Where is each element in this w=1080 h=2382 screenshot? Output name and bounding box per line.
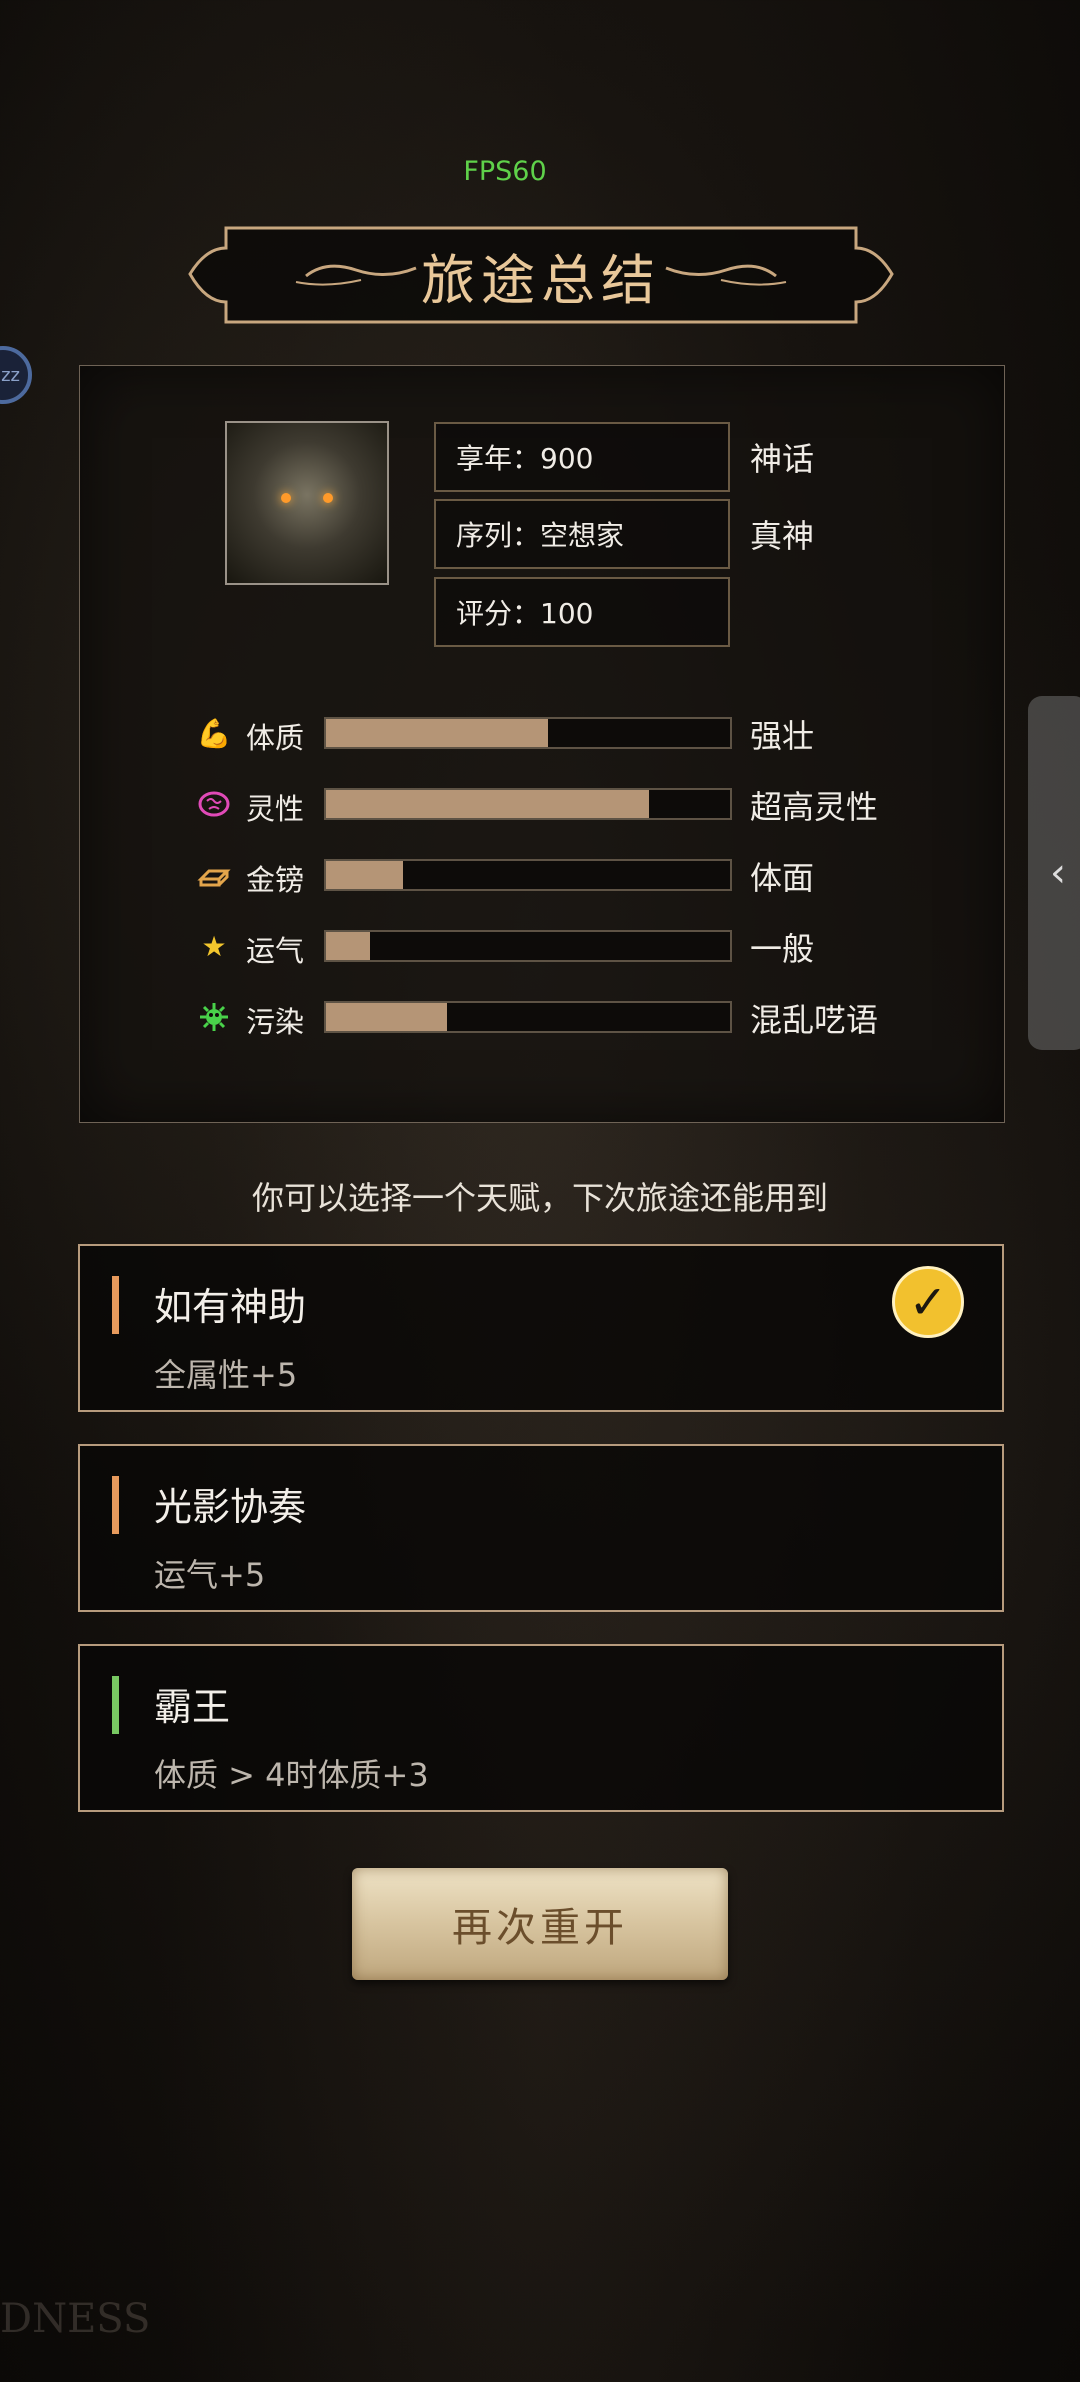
talent-accent-bar xyxy=(112,1676,119,1734)
brain-icon xyxy=(196,786,232,822)
germ-icon xyxy=(196,999,232,1035)
stat-label: 金镑 xyxy=(246,863,305,897)
page-title: 旅途总结 xyxy=(421,248,661,312)
stat-fill xyxy=(326,932,371,960)
bubble-label: zz xyxy=(1,364,20,386)
stat-desc: 一般 xyxy=(750,930,815,968)
background-watermark: DNESS xyxy=(0,2296,151,2342)
talent-card[interactable]: 霸王 体质 > 4时体质+3 xyxy=(78,1644,1004,1812)
stat-row-pollution: 污染 混乱呓语 xyxy=(196,997,916,1039)
talent-accent-bar xyxy=(112,1476,119,1534)
stat-row-money: 金镑 体面 xyxy=(196,855,916,897)
stat-bar xyxy=(324,788,732,820)
fps-counter: FPS60 xyxy=(463,156,547,187)
talent-card[interactable]: 如有神助 全属性+5 ✓ xyxy=(78,1244,1004,1412)
stat-fill xyxy=(326,861,403,889)
stat-desc: 超高灵性 xyxy=(750,788,879,826)
talent-desc: 全属性+5 xyxy=(154,1356,298,1394)
talent-name: 光影协奏 xyxy=(154,1485,307,1529)
stat-label: 污染 xyxy=(246,1005,305,1039)
talent-card[interactable]: 光影协奏 运气+5 xyxy=(78,1444,1004,1612)
talent-desc: 体质 > 4时体质+3 xyxy=(154,1756,429,1794)
talent-name: 霸王 xyxy=(154,1685,231,1729)
sequence-box: 序列：空想家 xyxy=(434,499,730,569)
chevron-left-icon: ‹ xyxy=(1050,850,1066,896)
talent-accent-bar xyxy=(112,1276,119,1334)
stat-fill xyxy=(326,790,650,818)
stat-desc: 强壮 xyxy=(750,717,815,755)
sequence-tag: 真神 xyxy=(750,517,815,555)
stat-row-luck: ★ 运气 一般 xyxy=(196,926,916,969)
stat-label: 运气 xyxy=(246,934,305,968)
stat-label: 体质 xyxy=(246,721,305,755)
restart-button[interactable]: 再次重开 xyxy=(352,1868,728,1980)
stat-row-constitution: 💪 体质 强壮 xyxy=(196,713,916,756)
gold-bars-icon xyxy=(196,857,232,893)
stat-bar xyxy=(324,717,732,749)
stat-label: 灵性 xyxy=(246,792,305,826)
stat-desc: 混乱呓语 xyxy=(750,1001,879,1039)
talent-name: 如有神助 xyxy=(154,1285,307,1329)
star-icon: ★ xyxy=(201,929,227,963)
stat-fill xyxy=(326,1003,448,1031)
score-box: 评分：100 xyxy=(434,577,730,647)
stat-fill xyxy=(326,719,549,747)
talent-desc: 运气+5 xyxy=(154,1556,266,1594)
portrait-eye xyxy=(323,493,333,503)
age-box: 享年：900 xyxy=(434,422,730,492)
talent-prompt: 你可以选择一个天赋，下次旅途还能用到 xyxy=(251,1179,828,1217)
flexed-arm-icon: 💪 xyxy=(196,716,232,750)
stat-bar xyxy=(324,930,732,962)
checkmark-icon: ✓ xyxy=(892,1266,964,1338)
portrait-eye xyxy=(281,493,291,503)
age-tag: 神话 xyxy=(750,440,815,478)
stat-desc: 体面 xyxy=(750,859,815,897)
side-drawer-tab[interactable]: ‹ xyxy=(1028,696,1080,1050)
stat-row-spirituality: 灵性 超高灵性 xyxy=(196,784,916,826)
character-portrait xyxy=(225,421,389,585)
stat-bar xyxy=(324,859,732,891)
stat-bar xyxy=(324,1001,732,1033)
